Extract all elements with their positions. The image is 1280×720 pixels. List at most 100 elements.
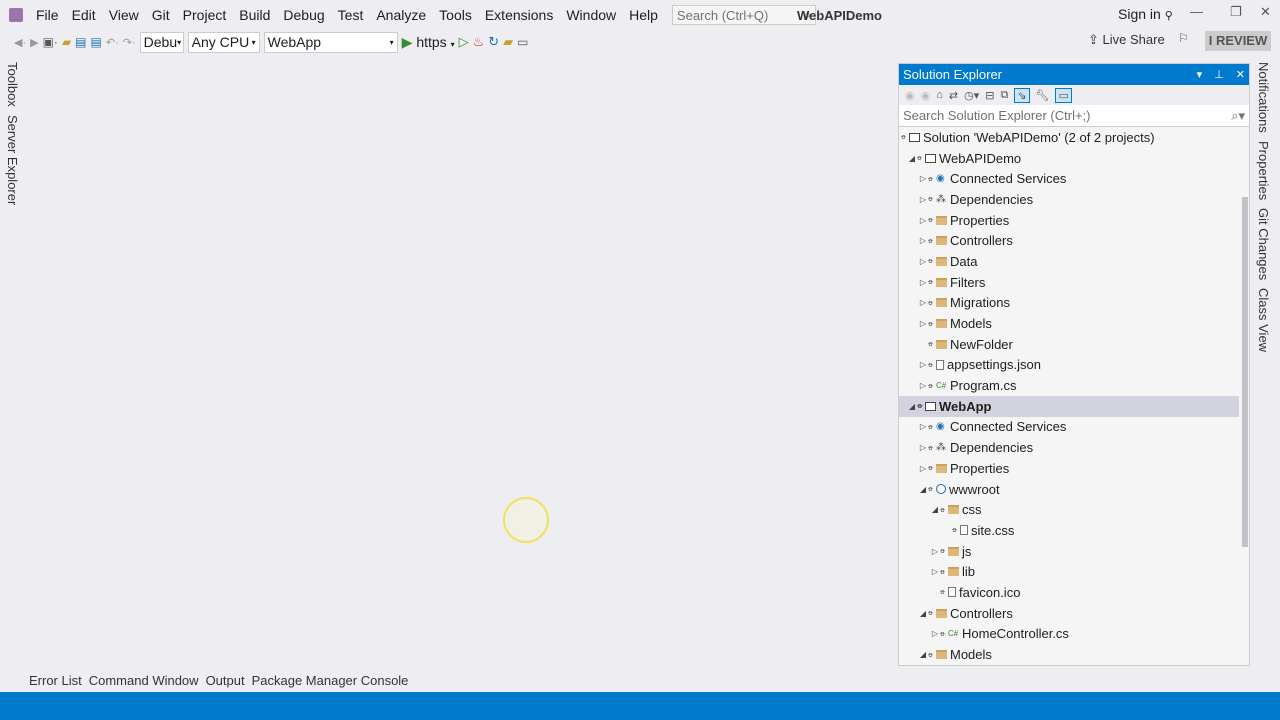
tree-item[interactable]: ▷ ꝋ C# HomeController.cs	[899, 624, 1249, 645]
collapsed-arrow-icon[interactable]: ▷	[918, 278, 928, 287]
collapsed-arrow-icon[interactable]: ▷	[930, 547, 940, 556]
collapsed-arrow-icon[interactable]: ▷	[918, 195, 928, 204]
collapsed-arrow-icon[interactable]: ▷	[930, 629, 940, 638]
tree-item[interactable]: ▷ ꝋ Filters	[899, 272, 1249, 293]
live-share-button[interactable]: ⇪ Live Share	[1088, 32, 1165, 48]
forward-icon[interactable]: ◉	[921, 89, 931, 102]
back-icon[interactable]: ◉	[905, 89, 915, 102]
tab-notifications[interactable]: Notifications	[1256, 62, 1271, 133]
collapsed-arrow-icon[interactable]: ▷	[918, 174, 928, 183]
expanded-arrow-icon[interactable]: ◢	[907, 402, 917, 411]
tree-item[interactable]: ꝋ Solution 'WebAPIDemo' (2 of 2 projects)	[899, 127, 1249, 148]
collapsed-arrow-icon[interactable]: ▷	[918, 360, 928, 369]
tab-error-list[interactable]: Error List	[29, 673, 82, 688]
tree-item[interactable]: ▷ ꝋ ⁂ Dependencies	[899, 189, 1249, 210]
tree-item[interactable]: ꝋ NewFolder	[899, 334, 1249, 355]
collapsed-arrow-icon[interactable]: ▷	[930, 567, 940, 576]
tab-package-manager-console[interactable]: Package Manager Console	[252, 673, 409, 688]
tree-item[interactable]: ▷ ꝋ lib	[899, 561, 1249, 582]
tree-item[interactable]: ▷ ꝋ Migrations	[899, 293, 1249, 314]
close-icon[interactable]: ✕	[1236, 68, 1245, 81]
tab-server-explorer[interactable]: Server Explorer	[5, 115, 20, 205]
redo-icon[interactable]: ↷·	[123, 36, 136, 49]
collapsed-arrow-icon[interactable]: ▷	[918, 464, 928, 473]
tree-item[interactable]: ▷ ꝋ Properties	[899, 210, 1249, 231]
collapsed-arrow-icon[interactable]: ▷	[918, 319, 928, 328]
home-icon[interactable]: ⌂	[936, 89, 943, 101]
feedback-icon[interactable]: ⚐	[1178, 31, 1189, 45]
tree-item[interactable]: ꝋ site.css	[899, 520, 1249, 541]
tab-git-changes[interactable]: Git Changes	[1256, 208, 1271, 280]
tree-item[interactable]: ◢ ꝋ Models	[899, 644, 1249, 664]
tree-item[interactable]: ◢ ꝋ wwwroot	[899, 479, 1249, 500]
platform-select[interactable]: Any CPU ▾	[187, 31, 260, 53]
tab-class-view[interactable]: Class View	[1256, 288, 1271, 352]
hot-reload-icon[interactable]: ♨	[473, 34, 485, 50]
collapsed-arrow-icon[interactable]: ▷	[918, 381, 928, 390]
window-icon[interactable]: ▭	[517, 35, 528, 49]
expanded-arrow-icon[interactable]: ◢	[907, 154, 917, 163]
collapsed-arrow-icon[interactable]: ▷	[918, 298, 928, 307]
pin-icon[interactable]: ⊥	[1214, 68, 1224, 81]
menu-project[interactable]: Project	[178, 7, 235, 23]
collapsed-arrow-icon[interactable]: ▷	[918, 443, 928, 452]
solution-explorer-search-input[interactable]: Search Solution Explorer (Ctrl+;) ⌕▾	[899, 105, 1249, 127]
menu-analyze[interactable]: Analyze	[371, 7, 434, 23]
tree-item[interactable]: ▷ ꝋ ◉ Connected Services	[899, 168, 1249, 189]
new-project-icon[interactable]: ▣·	[43, 35, 58, 49]
menu-tools[interactable]: Tools	[434, 7, 480, 23]
tree-item[interactable]: ▷ ꝋ C# Program.cs	[899, 375, 1249, 396]
properties-icon[interactable]: 🔧︎	[1036, 89, 1050, 102]
tree-item[interactable]: ◢ ꝋ WebApp	[899, 395, 1239, 417]
collapsed-arrow-icon[interactable]: ▷	[918, 257, 928, 266]
menu-file[interactable]: File	[31, 7, 67, 23]
folder-icon[interactable]: ▰	[503, 34, 513, 50]
minimize-button[interactable]: —	[1190, 4, 1203, 19]
configuration-select[interactable]: Debu ▾	[139, 31, 184, 53]
sign-in-button[interactable]: Sign in ⚲	[1118, 6, 1173, 22]
tree-item[interactable]: ◢ ꝋ Controllers	[899, 603, 1249, 624]
menu-test[interactable]: Test	[333, 7, 372, 23]
undo-icon[interactable]: ↶·	[106, 36, 119, 49]
expanded-arrow-icon[interactable]: ◢	[918, 650, 928, 659]
tree-item[interactable]: ▷ ꝋ Models	[899, 313, 1249, 334]
expanded-arrow-icon[interactable]: ◢	[930, 505, 940, 514]
preview-icon[interactable]: ▭	[1055, 87, 1072, 103]
menu-git[interactable]: Git	[147, 7, 178, 23]
tree-item[interactable]: ◢ ꝋ WebAPIDemo	[899, 148, 1249, 169]
collapse-all-icon[interactable]: ⊟	[985, 89, 994, 102]
review-badge[interactable]: I REVIEW	[1205, 31, 1271, 51]
expanded-arrow-icon[interactable]: ◢	[918, 485, 928, 494]
expanded-arrow-icon[interactable]: ◢	[918, 609, 928, 618]
show-all-files-icon[interactable]: ⧉	[1000, 89, 1008, 102]
startup-project-select[interactable]: WebApp ▾	[263, 31, 398, 53]
switch-views-icon[interactable]: ⇄	[949, 89, 958, 102]
tab-toolbox[interactable]: Toolbox	[5, 62, 20, 107]
menu-debug[interactable]: Debug	[278, 7, 332, 23]
collapsed-arrow-icon[interactable]: ▷	[918, 422, 928, 431]
open-icon[interactable]: ▰	[62, 35, 71, 49]
menu-view[interactable]: View	[104, 7, 147, 23]
tree-item[interactable]: ▷ ꝋ appsettings.json	[899, 355, 1249, 376]
tab-output[interactable]: Output	[206, 673, 245, 688]
collapsed-arrow-icon[interactable]: ▷	[918, 236, 928, 245]
refresh-icon[interactable]: ↻	[488, 34, 499, 50]
tree-item[interactable]: ▷ ꝋ ◉ Connected Services	[899, 417, 1249, 438]
forward-icon[interactable]: ▶	[30, 36, 38, 49]
menu-help[interactable]: Help	[624, 7, 666, 23]
dropdown-icon[interactable]: ▾	[1197, 68, 1203, 81]
menu-extensions[interactable]: Extensions	[480, 7, 561, 23]
pending-changes-icon[interactable]: ◷▾	[964, 89, 979, 102]
save-all-icon[interactable]: ▤	[91, 35, 102, 49]
tree-item[interactable]: ▷ ꝋ ⁂ Dependencies	[899, 437, 1249, 458]
tab-command-window[interactable]: Command Window	[89, 673, 199, 688]
tree-item[interactable]: ▷ ꝋ js	[899, 541, 1249, 562]
sync-icon[interactable]: ⇘	[1014, 87, 1030, 103]
tree-item[interactable]: ꝋ favicon.ico	[899, 582, 1249, 603]
menu-build[interactable]: Build	[234, 7, 278, 23]
quick-search-input[interactable]: Search (Ctrl+Q) ⌕	[671, 5, 816, 25]
close-button[interactable]: ✕	[1260, 4, 1271, 20]
tree-item[interactable]: ▷ ꝋ Properties	[899, 458, 1249, 479]
menu-edit[interactable]: Edit	[67, 7, 104, 23]
tab-properties[interactable]: Properties	[1256, 141, 1271, 200]
